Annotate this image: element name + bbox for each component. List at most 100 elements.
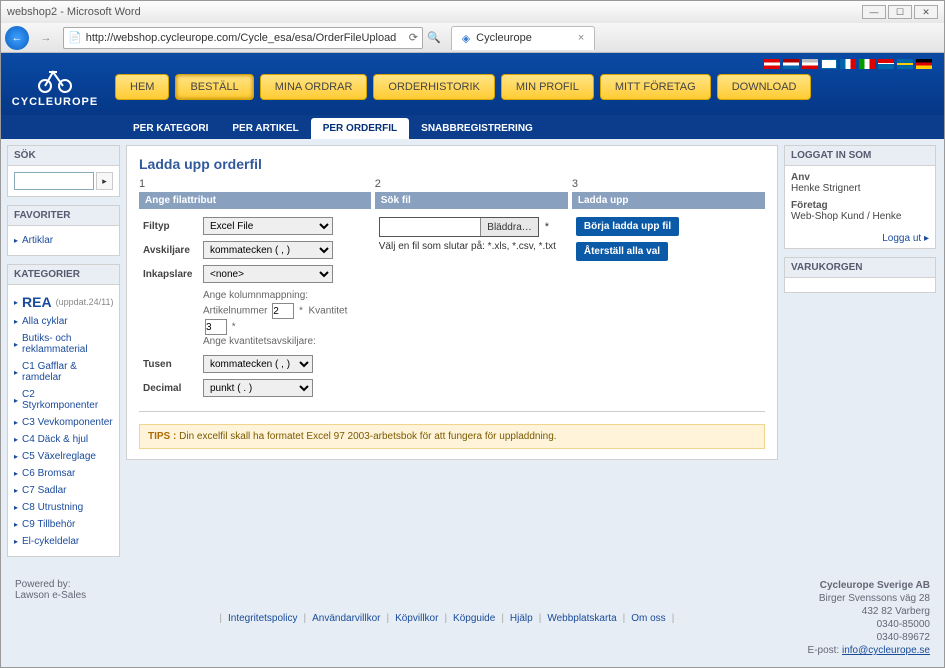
category-item[interactable]: C5 Växelreglage bbox=[14, 448, 113, 465]
avskiljare-label: Avskiljare bbox=[143, 245, 203, 256]
step3-heading: Ladda upp bbox=[572, 192, 765, 209]
footer-link[interactable]: Webbplatskarta bbox=[547, 613, 616, 624]
nav-download[interactable]: DOWNLOAD bbox=[717, 74, 812, 100]
main-nav: HEMBESTÄLL MINA ORDRARORDERHISTORIK MIN PR… bbox=[115, 74, 811, 100]
nav-orderhistorik[interactable]: ORDERHISTORIK bbox=[373, 74, 494, 100]
footer-tel2: 0340-89672 bbox=[877, 632, 930, 643]
footer-company: Cycleurope Sverige AB bbox=[820, 580, 930, 591]
tusen-select[interactable]: kommatecken ( , ) bbox=[203, 355, 313, 373]
footer-links: |Integritetspolicy|Användarvillkor|Köpvi… bbox=[219, 579, 674, 657]
footer-email-label: E-post: bbox=[808, 645, 840, 656]
mapping-label: Ange kolumnmappning: bbox=[203, 289, 367, 303]
flag-fr[interactable] bbox=[840, 59, 856, 69]
logo-text: CYCLEUROPE bbox=[12, 96, 98, 108]
category-rea[interactable]: REA (uppdat.24/11) bbox=[14, 291, 113, 313]
category-item[interactable]: C3 Vevkomponenter bbox=[14, 414, 113, 431]
nav-min profil[interactable]: MIN PROFIL bbox=[501, 74, 594, 100]
anv-value: Henke Strignert bbox=[791, 183, 929, 194]
browser-tab[interactable]: ◈ Cycleurope × bbox=[451, 26, 596, 50]
category-item[interactable]: C1 Gafflar & ramdelar bbox=[14, 358, 113, 386]
flag-it[interactable] bbox=[859, 59, 875, 69]
flag-fi[interactable] bbox=[821, 59, 837, 69]
footer-link[interactable]: Köpvillkor bbox=[395, 613, 438, 624]
subtab-0[interactable]: PER KATEGORI bbox=[121, 118, 220, 139]
avskiljare-select[interactable]: kommatecken ( , ) bbox=[203, 241, 333, 259]
subtab-2[interactable]: PER ORDERFIL bbox=[311, 118, 409, 139]
browse-button[interactable]: Bläddra… bbox=[480, 218, 537, 236]
window-max[interactable]: ☐ bbox=[888, 5, 912, 19]
search-panel: SÖK ▸ bbox=[7, 145, 120, 197]
category-item[interactable]: C7 Sadlar bbox=[14, 482, 113, 499]
main-content: Ladda upp orderfil 1 Ange filattribut Fi… bbox=[126, 145, 778, 460]
powered-label: Powered by: bbox=[15, 579, 86, 590]
categories-heading: KATEGORIER bbox=[8, 265, 119, 285]
nav-mitt företag[interactable]: MITT FÖRETAG bbox=[600, 74, 711, 100]
url-text: http://webshop.cycleurope.com/Cycle_esa/… bbox=[86, 32, 397, 44]
decimal-select[interactable]: punkt ( . ) bbox=[203, 379, 313, 397]
site-logo[interactable]: CYCLEUROPE bbox=[15, 59, 95, 115]
browser-forward[interactable]: → bbox=[33, 26, 59, 50]
flag-nl[interactable] bbox=[783, 59, 799, 69]
browser-back[interactable]: ← bbox=[5, 26, 29, 50]
footer-link[interactable]: Användarvillkor bbox=[312, 613, 380, 624]
categories-panel: KATEGORIER REA (uppdat.24/11) Alla cykla… bbox=[7, 264, 120, 557]
inkapslare-label: Inkapslare bbox=[143, 269, 203, 280]
window-min[interactable]: — bbox=[862, 5, 886, 19]
logout-link[interactable]: Logga ut ▸ bbox=[882, 233, 929, 244]
artikelnummer-label: Artikelnummer bbox=[203, 306, 267, 317]
filtyp-select[interactable]: Excel File bbox=[203, 217, 333, 235]
search-input[interactable] bbox=[14, 172, 94, 190]
footer-link[interactable]: Integritetspolicy bbox=[228, 613, 297, 624]
address-bar[interactable]: 📄 http://webshop.cycleurope.com/Cycle_es… bbox=[63, 27, 423, 49]
category-item[interactable]: C2 Styrkomponenter bbox=[14, 386, 113, 414]
flag-se[interactable] bbox=[897, 59, 913, 69]
file-input[interactable]: Bläddra… bbox=[379, 217, 539, 237]
footer-addr2: 432 82 Varberg bbox=[862, 606, 930, 617]
window-close[interactable]: ✕ bbox=[914, 5, 938, 19]
upload-button[interactable]: Börja ladda upp fil bbox=[576, 217, 679, 236]
category-item[interactable]: Butiks- och reklammaterial bbox=[14, 330, 113, 358]
site-footer: Powered by: Lawson e-Sales |Integritetsp… bbox=[1, 569, 944, 667]
flag-dk[interactable] bbox=[764, 59, 780, 69]
category-item[interactable]: C6 Bromsar bbox=[14, 465, 113, 482]
search-icon[interactable]: 🔍 bbox=[427, 31, 441, 44]
favorite-item[interactable]: Artiklar bbox=[14, 232, 113, 249]
nav-beställ[interactable]: BESTÄLL bbox=[175, 74, 253, 100]
tab-title: Cycleurope bbox=[476, 32, 532, 44]
nav-hem[interactable]: HEM bbox=[115, 74, 169, 100]
step2-heading: Sök fil bbox=[375, 192, 568, 209]
flag-en[interactable] bbox=[802, 59, 818, 69]
outer-title: webshop2 - Microsoft Word bbox=[7, 6, 141, 18]
category-item[interactable]: C9 Tillbehör bbox=[14, 516, 113, 533]
footer-email-link[interactable]: info@cycleurope.se bbox=[842, 645, 930, 656]
search-button[interactable]: ▸ bbox=[96, 172, 113, 190]
page-title: Ladda upp orderfil bbox=[139, 156, 765, 172]
reset-button[interactable]: Återställ alla val bbox=[576, 242, 668, 261]
category-item[interactable]: El-cykeldelar bbox=[14, 533, 113, 550]
sub-nav: PER KATEGORIPER ARTIKELPER ORDERFILSNABB… bbox=[1, 115, 944, 139]
browser-window: webshop2 - Microsoft Word — ☐ ✕ ← → 📄 ht… bbox=[0, 0, 945, 668]
artikelnummer-input[interactable] bbox=[272, 303, 294, 319]
category-item[interactable]: C4 Däck & hjul bbox=[14, 431, 113, 448]
category-item[interactable]: C8 Utrustning bbox=[14, 499, 113, 516]
refresh-icon[interactable]: ⟳ bbox=[409, 31, 418, 44]
subtab-3[interactable]: SNABBREGISTRERING bbox=[409, 118, 545, 139]
nav-mina ordrar[interactable]: MINA ORDRAR bbox=[260, 74, 368, 100]
tab-close-icon[interactable]: × bbox=[578, 32, 584, 44]
subtab-1[interactable]: PER ARTIKEL bbox=[220, 118, 310, 139]
kvantitet-input[interactable] bbox=[205, 319, 227, 335]
footer-link[interactable]: Hjälp bbox=[510, 613, 533, 624]
footer-link[interactable]: Om oss bbox=[631, 613, 665, 624]
inkapslare-select[interactable]: <none> bbox=[203, 265, 333, 283]
required-mark: * bbox=[545, 221, 549, 233]
category-item[interactable]: Alla cyklar bbox=[14, 313, 113, 330]
flag-no[interactable] bbox=[878, 59, 894, 69]
decimal-label: Decimal bbox=[143, 383, 203, 394]
site-header: CYCLEUROPE HEMBESTÄLL MINA ORDRARORDERHIS… bbox=[1, 53, 944, 139]
footer-link[interactable]: Köpguide bbox=[453, 613, 495, 624]
page-icon: 📄 bbox=[68, 31, 82, 44]
flag-de[interactable] bbox=[916, 59, 932, 69]
tip-bar: TIPS : Din excelfil skall ha formatet Ex… bbox=[139, 424, 765, 449]
rea-note: (uppdat.24/11) bbox=[56, 297, 114, 307]
step-1: 1 Ange filattribut Filtyp Excel File Avs… bbox=[139, 178, 371, 411]
